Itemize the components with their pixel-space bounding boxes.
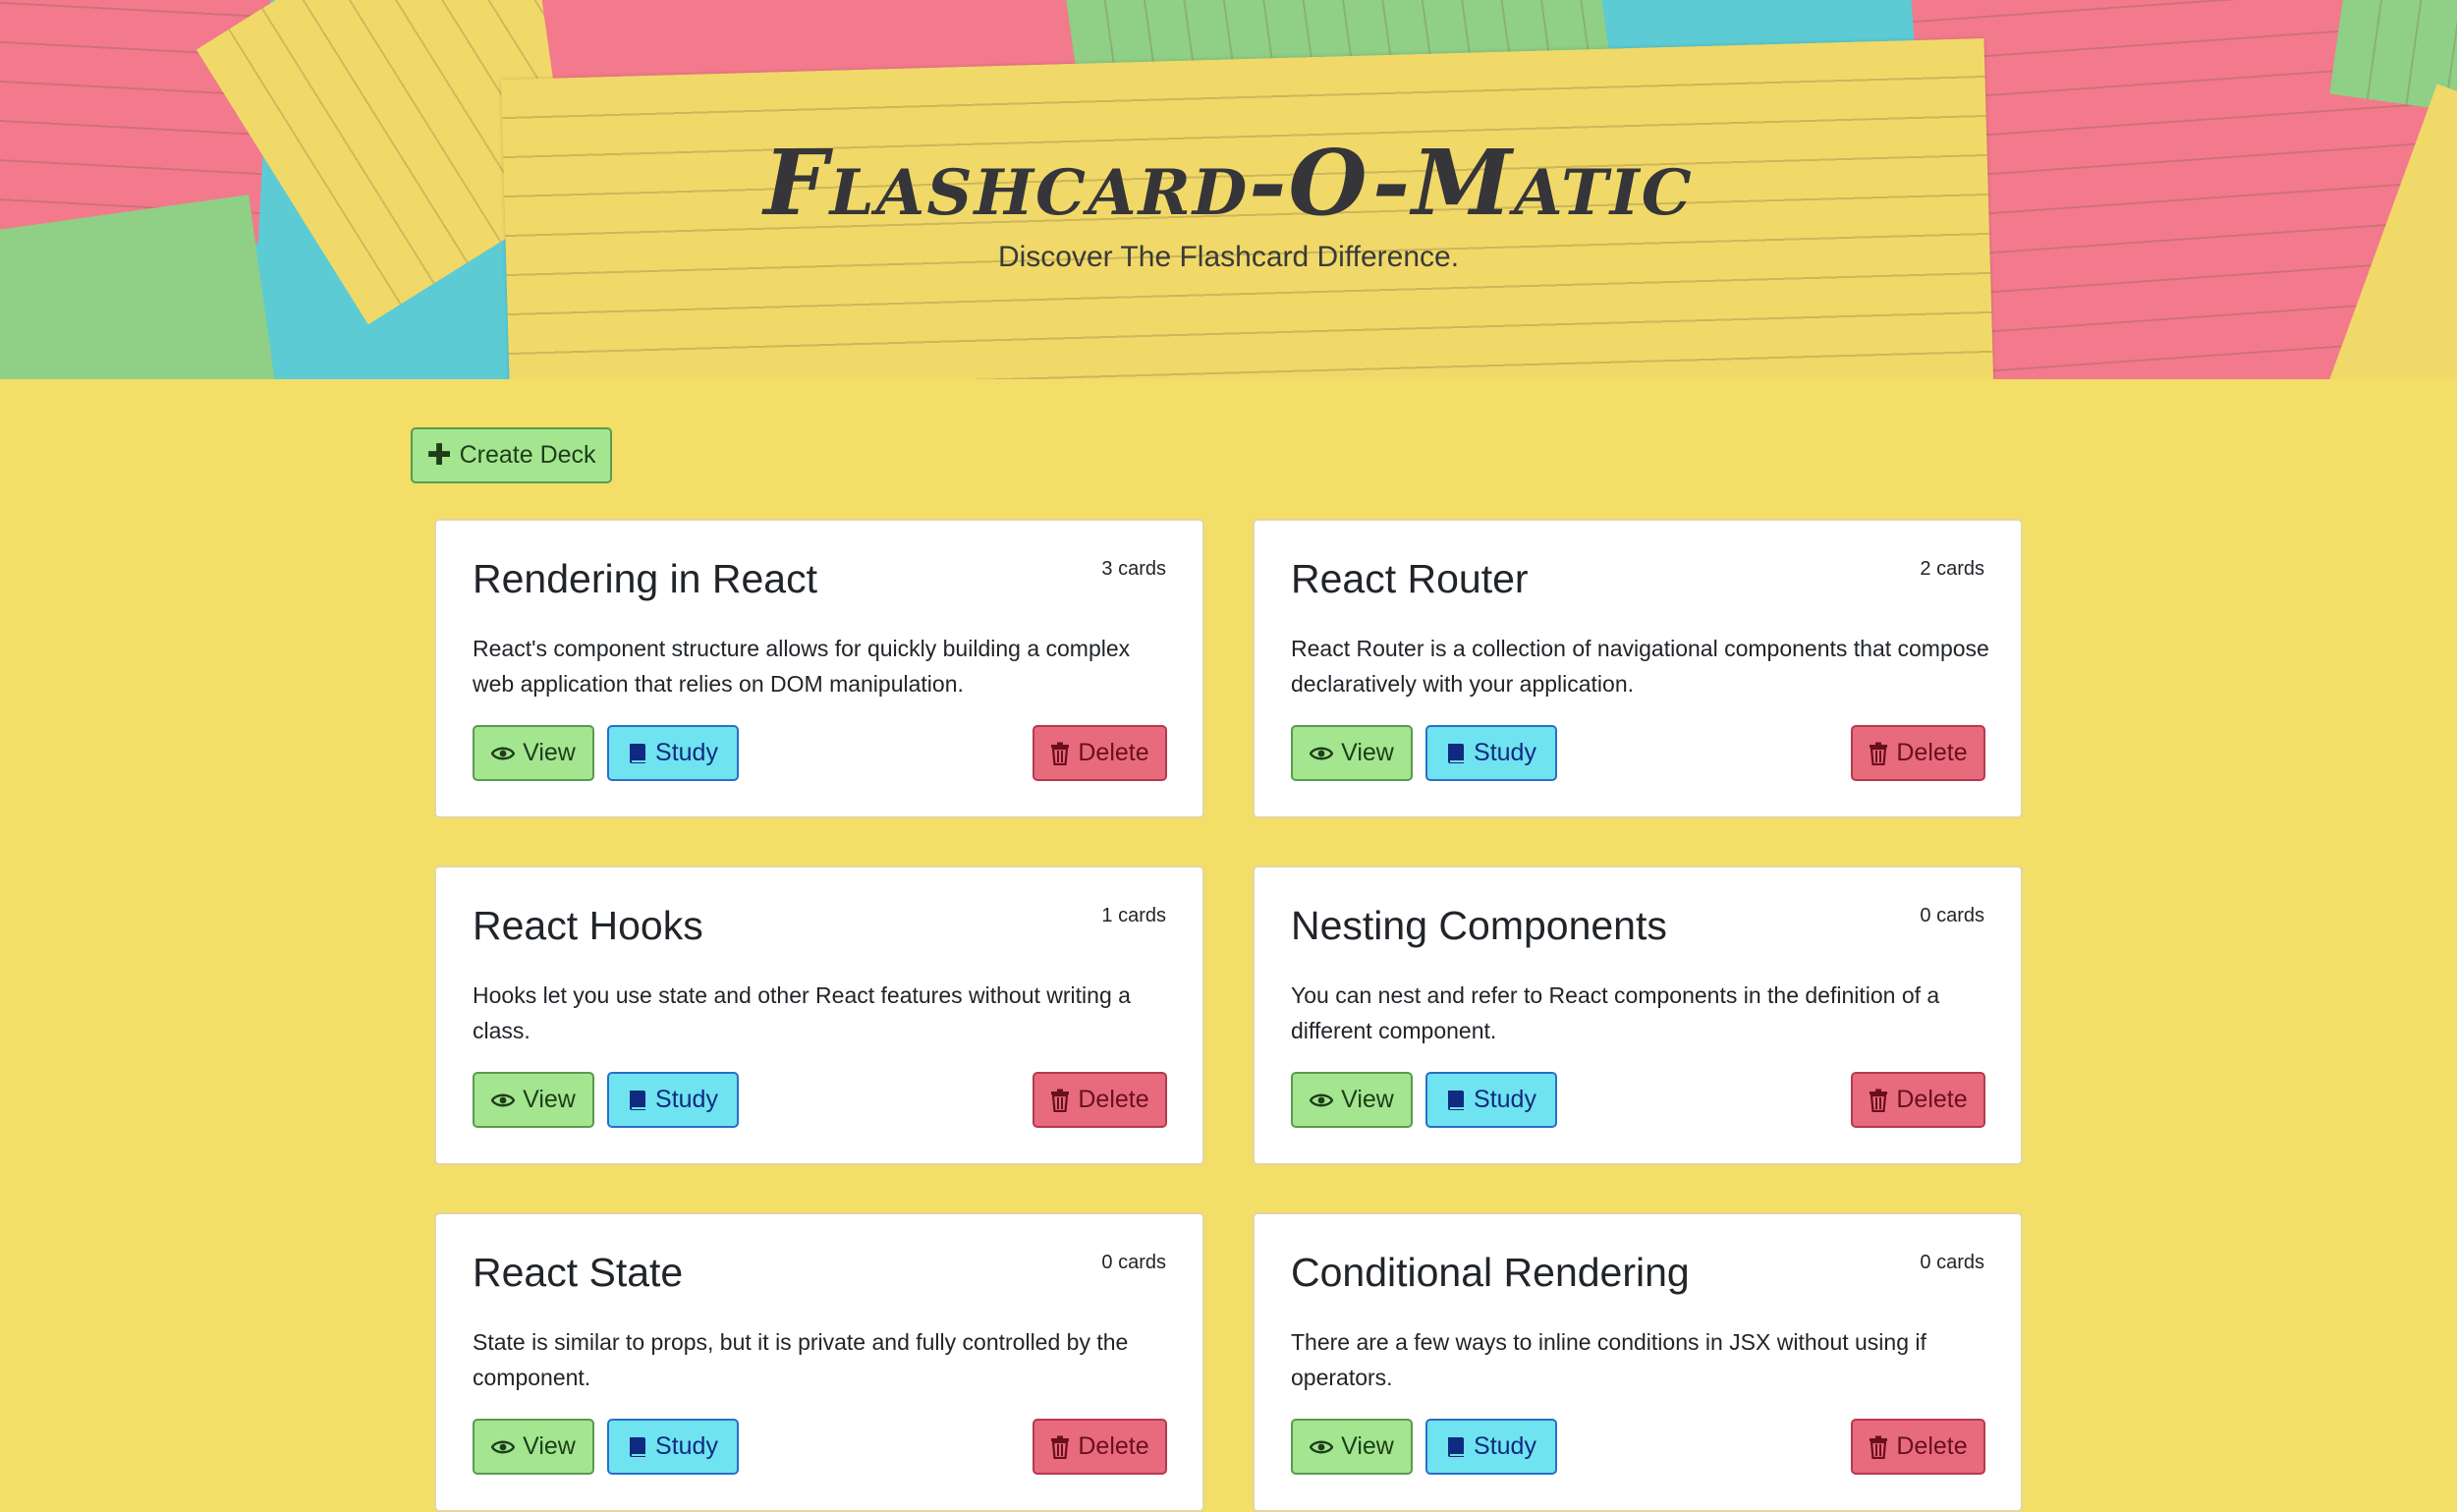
deck-description: React Router is a collection of navigati… bbox=[1291, 636, 1989, 697]
view-button-label: View bbox=[523, 739, 576, 766]
trash-icon bbox=[1050, 1435, 1070, 1459]
study-button-label: Study bbox=[655, 739, 718, 766]
view-deck-button[interactable]: View bbox=[473, 725, 594, 781]
view-button-label: View bbox=[1341, 739, 1394, 766]
delete-deck-button[interactable]: Delete bbox=[1851, 1419, 1985, 1475]
deck-name: Nesting Components bbox=[1291, 903, 1667, 948]
deck-card: Conditional Rendering 0 cards There are … bbox=[1253, 1212, 2023, 1512]
delete-deck-button[interactable]: Delete bbox=[1851, 725, 1985, 781]
deck-card-count: 0 cards bbox=[1920, 905, 1984, 926]
eye-icon bbox=[1310, 746, 1334, 761]
deck-card: Rendering in React 3 cards React's compo… bbox=[434, 519, 1204, 818]
book-icon bbox=[1446, 1089, 1466, 1112]
view-deck-button[interactable]: View bbox=[473, 1419, 594, 1475]
study-deck-button[interactable]: Study bbox=[607, 725, 739, 781]
delete-deck-button[interactable]: Delete bbox=[1851, 1072, 1985, 1128]
study-deck-button[interactable]: Study bbox=[1425, 725, 1557, 781]
app-tagline: Discover The Flashcard Difference. bbox=[997, 241, 1460, 273]
view-deck-button[interactable]: View bbox=[1291, 725, 1413, 781]
book-icon bbox=[1446, 1435, 1466, 1459]
book-icon bbox=[1446, 742, 1466, 765]
book-icon bbox=[628, 742, 647, 765]
view-deck-button[interactable]: View bbox=[473, 1072, 594, 1128]
eye-icon bbox=[1310, 1439, 1334, 1455]
delete-button-label: Delete bbox=[1078, 1086, 1149, 1113]
eye-icon bbox=[1310, 1092, 1334, 1108]
create-deck-button[interactable]: ✚ Create Deck bbox=[411, 427, 612, 483]
delete-button-label: Delete bbox=[1896, 1086, 1968, 1113]
deck-card-count: 1 cards bbox=[1101, 905, 1166, 926]
create-deck-label: Create Deck bbox=[459, 441, 596, 469]
deck-name: Rendering in React bbox=[473, 556, 817, 601]
deck-name: Conditional Rendering bbox=[1291, 1250, 1690, 1295]
view-button-label: View bbox=[1341, 1432, 1394, 1460]
eye-icon bbox=[491, 1439, 516, 1455]
deck-card-count: 2 cards bbox=[1920, 558, 1984, 580]
delete-button-label: Delete bbox=[1896, 1432, 1968, 1460]
study-button-label: Study bbox=[1474, 739, 1536, 766]
trash-icon bbox=[1869, 742, 1888, 765]
deck-name: React Router bbox=[1291, 556, 1529, 601]
header-content: Flashcard-O-Matic Discover The Flashcard… bbox=[0, 0, 2457, 379]
trash-icon bbox=[1050, 1089, 1070, 1112]
study-deck-button[interactable]: Study bbox=[1425, 1419, 1557, 1475]
trash-icon bbox=[1869, 1435, 1888, 1459]
study-button-label: Study bbox=[1474, 1086, 1536, 1113]
deck-card-count: 0 cards bbox=[1920, 1252, 1984, 1273]
deck-description: Hooks let you use state and other React … bbox=[473, 982, 1131, 1043]
delete-deck-button[interactable]: Delete bbox=[1033, 725, 1167, 781]
deck-card: React Hooks 1 cards Hooks let you use st… bbox=[434, 866, 1204, 1165]
book-icon bbox=[628, 1435, 647, 1459]
deck-name: React State bbox=[473, 1250, 684, 1295]
eye-icon bbox=[491, 1092, 516, 1108]
eye-icon bbox=[491, 746, 516, 761]
study-button-label: Study bbox=[655, 1432, 718, 1460]
study-deck-button[interactable]: Study bbox=[1425, 1072, 1557, 1128]
view-button-label: View bbox=[1341, 1086, 1394, 1113]
deck-name: React Hooks bbox=[473, 903, 703, 948]
study-deck-button[interactable]: Study bbox=[607, 1419, 739, 1475]
delete-deck-button[interactable]: Delete bbox=[1033, 1419, 1167, 1475]
view-deck-button[interactable]: View bbox=[1291, 1072, 1413, 1128]
plus-icon: ✚ bbox=[426, 438, 452, 472]
deck-card-count: 3 cards bbox=[1101, 558, 1166, 580]
delete-deck-button[interactable]: Delete bbox=[1033, 1072, 1167, 1128]
trash-icon bbox=[1050, 742, 1070, 765]
study-deck-button[interactable]: Study bbox=[607, 1072, 739, 1128]
trash-icon bbox=[1869, 1089, 1888, 1112]
deck-card: Nesting Components 0 cards You can nest … bbox=[1253, 866, 2023, 1165]
delete-button-label: Delete bbox=[1078, 1432, 1149, 1460]
deck-description: State is similar to props, but it is pri… bbox=[473, 1329, 1129, 1390]
delete-button-label: Delete bbox=[1896, 739, 1968, 766]
study-button-label: Study bbox=[655, 1086, 718, 1113]
deck-description: There are a few ways to inline condition… bbox=[1291, 1329, 1927, 1390]
study-button-label: Study bbox=[1474, 1432, 1536, 1460]
deck-list-page: ✚ Create Deck Rendering in React 3 cards… bbox=[0, 379, 2457, 1512]
view-deck-button[interactable]: View bbox=[1291, 1419, 1413, 1475]
deck-card: React State 0 cards State is similar to … bbox=[434, 1212, 1204, 1512]
deck-description: You can nest and refer to React componen… bbox=[1291, 982, 1940, 1043]
deck-description: React's component structure allows for q… bbox=[473, 636, 1131, 697]
view-button-label: View bbox=[523, 1432, 576, 1460]
delete-button-label: Delete bbox=[1078, 739, 1149, 766]
deck-card: React Router 2 cards React Router is a c… bbox=[1253, 519, 2023, 818]
deck-card-count: 0 cards bbox=[1101, 1252, 1166, 1273]
book-icon bbox=[628, 1089, 647, 1112]
view-button-label: View bbox=[523, 1086, 576, 1113]
header-banner: Flashcard-O-Matic Discover The Flashcard… bbox=[0, 0, 2457, 379]
app-title: Flashcard-O-Matic bbox=[763, 130, 1694, 236]
